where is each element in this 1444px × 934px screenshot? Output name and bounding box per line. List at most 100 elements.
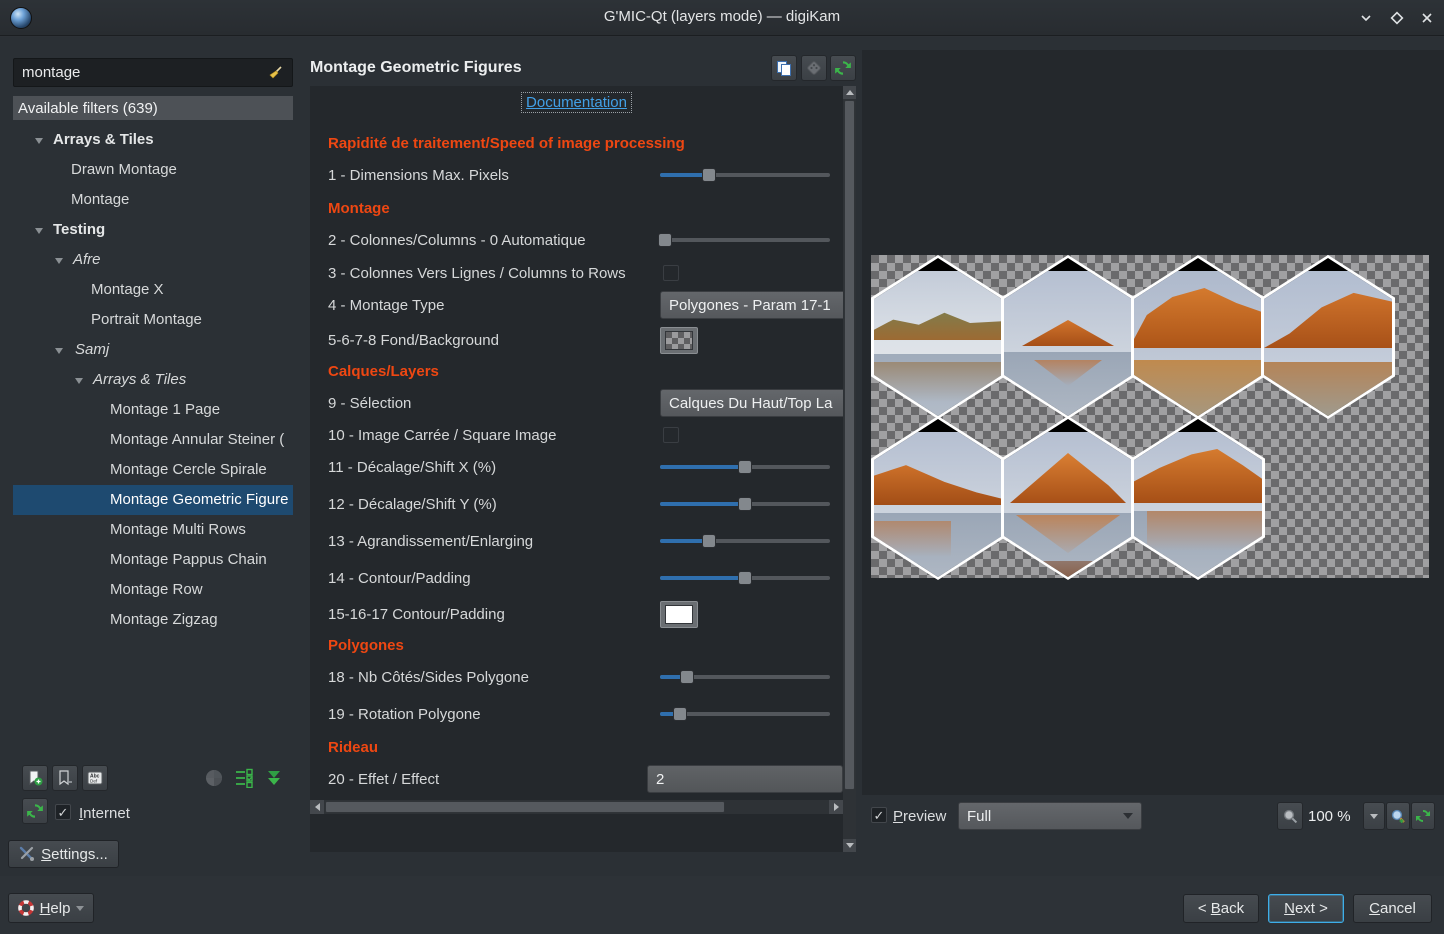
- param-slider[interactable]: [660, 564, 830, 592]
- tree-item[interactable]: Montage Multi Rows: [13, 515, 293, 545]
- filter-selection-mode-button[interactable]: [231, 765, 257, 791]
- section-heading: Calques/Layers: [328, 363, 439, 380]
- horizontal-scrollbar[interactable]: [310, 800, 843, 814]
- remove-fave-button[interactable]: [52, 765, 78, 791]
- tree-item[interactable]: Montage 1 Page: [13, 395, 293, 425]
- param-slider[interactable]: [660, 453, 830, 481]
- param-slider[interactable]: [660, 663, 830, 691]
- tree-item[interactable]: Afre: [13, 245, 293, 275]
- param-label: 13 - Agrandissement/Enlarging: [328, 533, 533, 550]
- randomize-parameters-icon: [801, 55, 827, 81]
- update-filters-button[interactable]: [22, 798, 48, 824]
- preview-checkbox[interactable]: ✓: [871, 807, 887, 823]
- param-slider[interactable]: [660, 490, 830, 518]
- dialog-footer: Help < Back Next > Cancel: [0, 876, 1444, 934]
- tree-item[interactable]: Montage X: [13, 275, 293, 305]
- internet-checkbox[interactable]: ✓: [55, 804, 71, 820]
- internet-label: Internet: [79, 805, 130, 822]
- settings-button[interactable]: Settings...: [8, 840, 119, 868]
- param-label: 5-6-7-8 Fond/Background: [328, 332, 499, 349]
- zoom-fit-button[interactable]: [1277, 802, 1303, 830]
- param-slider[interactable]: [660, 527, 830, 555]
- back-button[interactable]: < Back: [1183, 894, 1259, 923]
- available-filters-header[interactable]: Available filters (639): [13, 96, 293, 120]
- padding-color-button[interactable]: [660, 601, 698, 628]
- hscroll-thumb[interactable]: [325, 801, 725, 813]
- svg-text:Def: Def: [90, 779, 98, 784]
- param-label: 2 - Colonnes/Columns - 0 Automatique: [328, 232, 586, 249]
- scroll-down-icon[interactable]: [843, 839, 856, 852]
- montage-type-combobox[interactable]: Polygones - Param 17-1: [660, 291, 843, 319]
- parameters-pane: Documentation Rapidité de traitement/Spe…: [310, 86, 843, 852]
- tree-item[interactable]: Montage Annular Steiner (: [13, 425, 293, 455]
- tree-item-selected[interactable]: Montage Geometric Figure: [13, 485, 293, 515]
- preview-image[interactable]: [871, 255, 1429, 578]
- tree-item[interactable]: Testing: [13, 215, 293, 245]
- param-checkbox[interactable]: [663, 265, 679, 281]
- vertical-scrollbar[interactable]: [843, 86, 856, 852]
- param-label: 20 - Effet / Effect: [328, 771, 439, 788]
- param-label: 11 - Décalage/Shift X (%): [328, 459, 496, 476]
- tree-item[interactable]: Montage Row: [13, 575, 293, 605]
- refresh-preview-button[interactable]: [1411, 802, 1435, 830]
- param-checkbox[interactable]: [663, 427, 679, 443]
- selection-combobox[interactable]: Calques Du Haut/Top La: [660, 389, 843, 417]
- param-label: 19 - Rotation Polygone: [328, 706, 481, 723]
- minimize-icon[interactable]: [1355, 8, 1377, 28]
- preview-mode-combobox[interactable]: Full: [958, 802, 1142, 830]
- param-slider[interactable]: [660, 161, 830, 189]
- maximize-icon[interactable]: [1386, 8, 1408, 28]
- tree-item[interactable]: Arrays & Tiles: [13, 125, 293, 155]
- close-icon[interactable]: [1416, 8, 1438, 28]
- filter-search-input[interactable]: montage: [13, 58, 293, 87]
- tree-item[interactable]: Montage Zigzag: [13, 605, 293, 635]
- section-heading: Montage: [328, 200, 390, 217]
- rename-fave-button[interactable]: AbcDef: [82, 765, 108, 791]
- window-title: G'MIC-Qt (layers mode) — digiKam: [0, 8, 1444, 25]
- param-label: 1 - Dimensions Max. Pixels: [328, 167, 509, 184]
- tree-item[interactable]: Montage Pappus Chain: [13, 545, 293, 575]
- add-fave-button[interactable]: [22, 765, 48, 791]
- dialog-body: montage Available filters (639) Arrays &…: [0, 37, 1444, 876]
- zoom-dropdown-button[interactable]: [1363, 802, 1385, 830]
- expand-collapse-all-button[interactable]: [261, 765, 287, 791]
- effect-spinbox[interactable]: 2: [647, 765, 843, 793]
- title-bar: G'MIC-Qt (layers mode) — digiKam: [0, 0, 1444, 36]
- tree-item[interactable]: Arrays & Tiles: [13, 365, 293, 395]
- search-text: montage: [22, 64, 266, 81]
- next-button[interactable]: Next >: [1268, 894, 1344, 923]
- param-label: 3 - Colonnes Vers Lignes / Columns to Ro…: [328, 265, 626, 282]
- section-heading: Polygones: [328, 637, 404, 654]
- background-color-button[interactable]: [660, 327, 698, 354]
- reset-parameters-button[interactable]: [830, 55, 856, 81]
- documentation-link-row: Documentation: [310, 94, 843, 111]
- param-slider[interactable]: [660, 700, 830, 728]
- tree-item[interactable]: Montage: [13, 185, 293, 215]
- tree-item[interactable]: Portrait Montage: [13, 305, 293, 335]
- cancel-button[interactable]: Cancel: [1353, 894, 1432, 923]
- chevron-down-icon: [1123, 813, 1133, 819]
- vscroll-thumb[interactable]: [844, 100, 855, 790]
- param-label: 15-16-17 Contour/Padding: [328, 606, 505, 623]
- tree-item[interactable]: Montage Cercle Spirale: [13, 455, 293, 485]
- gmic-qt-window: { "window": { "title": "G'MIC-Qt (layers…: [0, 0, 1444, 934]
- clear-search-broom-icon[interactable]: [266, 64, 284, 82]
- section-heading: Rideau: [328, 739, 378, 756]
- param-slider[interactable]: [660, 226, 830, 254]
- param-label: 4 - Montage Type: [328, 297, 444, 314]
- documentation-link[interactable]: Documentation: [521, 92, 632, 113]
- zoom-reset-button[interactable]: [1386, 802, 1410, 830]
- param-label: 18 - Nb Côtés/Sides Polygone: [328, 669, 529, 686]
- tree-item[interactable]: Samj: [13, 335, 293, 365]
- param-label: 10 - Image Carrée / Square Image: [328, 427, 556, 444]
- preview-pane: [862, 50, 1444, 795]
- scroll-up-icon[interactable]: [843, 86, 856, 99]
- zoom-level-value: 100 %: [1308, 808, 1351, 825]
- tree-item[interactable]: Drawn Montage: [13, 155, 293, 185]
- scroll-right-icon[interactable]: [829, 800, 843, 814]
- scroll-left-icon[interactable]: [310, 800, 324, 814]
- help-button[interactable]: Help: [8, 893, 94, 923]
- copy-command-button[interactable]: [771, 55, 797, 81]
- expired-cache-icon: [201, 765, 227, 791]
- filter-name-title: Montage Geometric Figures: [310, 59, 522, 77]
